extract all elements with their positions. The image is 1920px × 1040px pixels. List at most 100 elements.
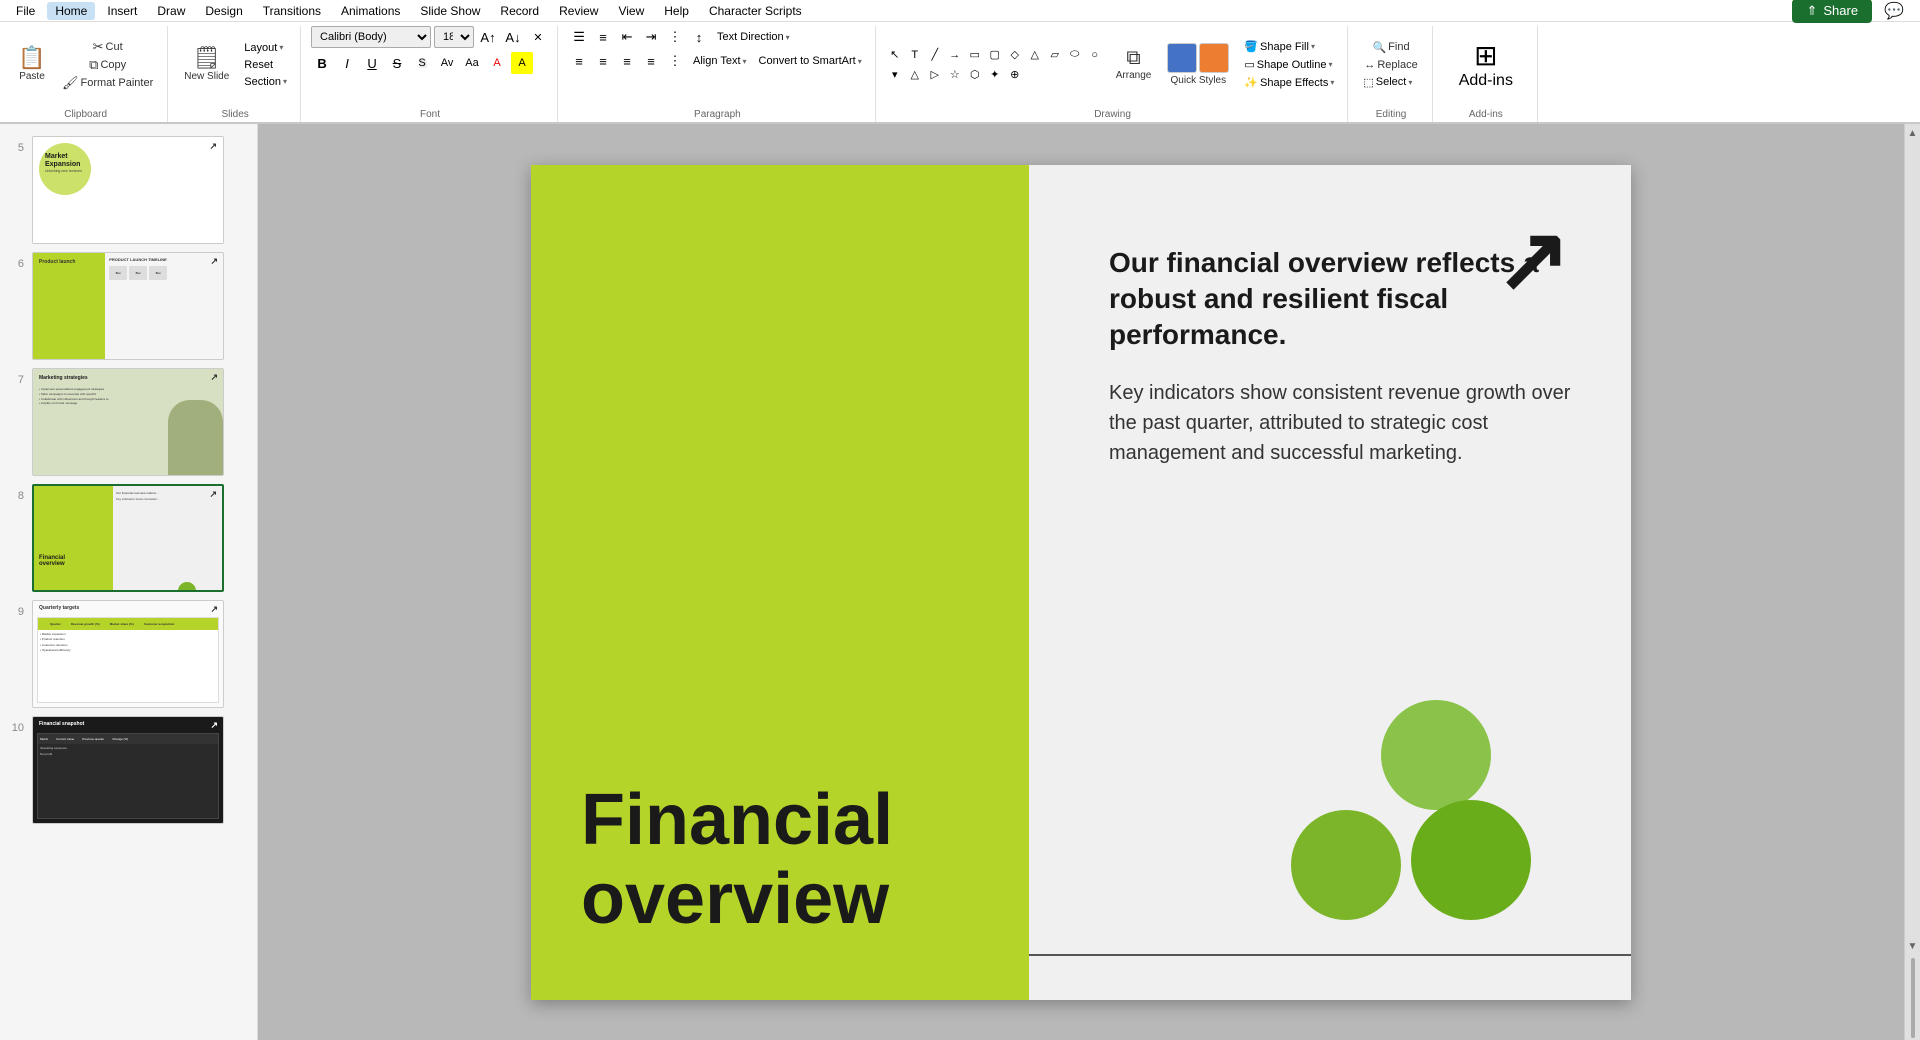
slide-item-9[interactable]: 9 Quarterly targets ↗ QuarterRevenue gro… (0, 596, 257, 712)
slide-item-10[interactable]: 10 Financial snapshot ↗ MetricCurrent va… (0, 712, 257, 828)
slide-thumb-9[interactable]: Quarterly targets ↗ QuarterRevenue growt… (32, 600, 224, 708)
menu-character-scripts[interactable]: Character Scripts (701, 2, 810, 20)
format-painter-button[interactable]: 🖌 Format Painter (56, 74, 159, 91)
shape-triangle[interactable]: △ (1026, 46, 1044, 64)
arrange-button[interactable]: ⧉ Arrange (1110, 35, 1158, 95)
menu-home[interactable]: Home (47, 2, 95, 20)
menu-help[interactable]: Help (656, 2, 697, 20)
shape-round-rect[interactable]: ▢ (986, 46, 1004, 64)
indent-decrease-button[interactable]: ⇤ (616, 26, 638, 48)
underline-button[interactable]: U (361, 52, 383, 74)
convert-smartart-button[interactable]: Convert to SmartArt ▾ (754, 53, 867, 69)
menu-review[interactable]: Review (551, 2, 606, 20)
menu-view[interactable]: View (610, 2, 652, 20)
shape-arrow[interactable]: → (946, 46, 964, 64)
shape-s2[interactable]: ▷ (926, 66, 944, 84)
copy-button[interactable]: ⧉ Copy (56, 56, 159, 73)
bold-button[interactable]: B (311, 52, 333, 74)
numbering-button[interactable]: ≡ (592, 26, 614, 48)
shape-line[interactable]: ╱ (926, 46, 944, 64)
layout-button[interactable]: Layout ▾ (239, 40, 292, 56)
strikethrough-button[interactable]: S (386, 52, 408, 74)
clear-format-button[interactable]: ✕ (527, 26, 549, 48)
menu-record[interactable]: Record (492, 2, 547, 20)
shape-cursor[interactable]: ↖ (886, 46, 904, 64)
paste-button[interactable]: 📋 Paste (12, 35, 52, 95)
decrease-font-button[interactable]: A↓ (502, 26, 524, 48)
cut-button[interactable]: ✂ Cut (56, 38, 159, 55)
shape-s3[interactable]: ☆ (946, 66, 964, 84)
slide-thumb-10[interactable]: Financial snapshot ↗ MetricCurrent value… (32, 716, 224, 824)
shape-fill-button[interactable]: 🪣 Shape Fill ▾ (1239, 38, 1339, 55)
menu-draw[interactable]: Draw (149, 2, 193, 20)
share-button[interactable]: ⇑ Share (1792, 0, 1872, 23)
slide-item-8[interactable]: 8 Financialoverview Our financial overvi… (0, 480, 257, 596)
shape-s5[interactable]: ✦ (986, 66, 1004, 84)
increase-font-button[interactable]: A↑ (477, 26, 499, 48)
slide-item-7[interactable]: 7 Marketing strategies • Implement perso… (0, 364, 257, 480)
circle-top (1381, 700, 1491, 810)
slide-item-6[interactable]: 6 Product launch PRODUCT LAUNCH TIMELINE… (0, 248, 257, 364)
italic-button[interactable]: I (336, 52, 358, 74)
bullets-button[interactable]: ☰ (568, 26, 590, 48)
columns-button[interactable]: ⋮ (664, 26, 686, 48)
scrollbar-thumb[interactable] (1911, 958, 1915, 1038)
quick-styles-button[interactable]: Quick Styles (1161, 35, 1235, 95)
shape-cylinder[interactable]: ⬭ (1066, 46, 1084, 64)
align-right-button[interactable]: ≡ (616, 50, 638, 72)
shape-s6[interactable]: ⊕ (1006, 66, 1024, 84)
menu-insert[interactable]: Insert (99, 2, 145, 20)
menu-file[interactable]: File (8, 2, 43, 20)
find-button[interactable]: 🔍 Find (1358, 39, 1423, 56)
section-button[interactable]: Section ▾ (239, 74, 292, 90)
char-spacing-button[interactable]: Av (436, 52, 458, 74)
select-button[interactable]: ⬚ Select ▾ (1358, 74, 1423, 91)
line-spacing-button[interactable]: ↕ (688, 26, 710, 48)
slide-body-text[interactable]: Key indicators show consistent revenue g… (1109, 378, 1571, 468)
circle-bottom-right (1411, 800, 1531, 920)
text-direction-button[interactable]: Text Direction ▾ (712, 29, 795, 45)
highlight-button[interactable]: A (511, 52, 533, 74)
slide-item-5[interactable]: 5 MarketExpansion Unlocking new horizons… (0, 132, 257, 248)
slide-title[interactable]: Financial overview (581, 781, 979, 939)
font-color-button[interactable]: A (486, 52, 508, 74)
align-options-button[interactable]: ⋮ (664, 50, 686, 72)
shape-text[interactable]: T (906, 46, 924, 64)
shape-outline-button[interactable]: ▭ Shape Outline ▾ (1239, 56, 1339, 73)
slide-thumb-6[interactable]: Product launch PRODUCT LAUNCH TIMELINE B… (32, 252, 224, 360)
menu-animations[interactable]: Animations (333, 2, 408, 20)
shape-s4[interactable]: ⬡ (966, 66, 984, 84)
menu-slideshow[interactable]: Slide Show (412, 2, 488, 20)
font-family-select[interactable]: Calibri (Body) (311, 26, 431, 48)
addins-button[interactable]: ⊞ Add-ins (1443, 35, 1529, 94)
reset-button[interactable]: Reset (239, 57, 292, 73)
align-center-button[interactable]: ≡ (592, 50, 614, 72)
shape-effects-button[interactable]: ✨ Shape Effects ▾ (1239, 74, 1339, 91)
change-case-button[interactable]: Aa (461, 52, 483, 74)
shape-s1[interactable]: △ (906, 66, 924, 84)
menu-transitions[interactable]: Transitions (255, 2, 329, 20)
slide-thumb-8[interactable]: Financialoverview Our financial overview… (32, 484, 224, 592)
new-slide-button[interactable]: 🗒 New Slide (178, 35, 235, 95)
justify-button[interactable]: ≡ (640, 50, 662, 72)
shape-diamond[interactable]: ◇ (1006, 46, 1024, 64)
qs-orange[interactable] (1199, 43, 1229, 73)
replace-button[interactable]: ↔ Replace (1358, 57, 1423, 73)
align-left-button[interactable]: ≡ (568, 50, 590, 72)
scrollbar-down[interactable]: ▼ (1904, 937, 1920, 956)
shadow-button[interactable]: S (411, 52, 433, 74)
scrollbar-up[interactable]: ▲ (1904, 124, 1920, 143)
menu-design[interactable]: Design (197, 2, 250, 20)
shape-parallelogram[interactable]: ▱ (1046, 46, 1064, 64)
shape-rect[interactable]: ▭ (966, 46, 984, 64)
slide-thumb-7[interactable]: Marketing strategies • Implement persona… (32, 368, 224, 476)
indent-increase-button[interactable]: ⇥ (640, 26, 662, 48)
qs-blue[interactable] (1167, 43, 1197, 73)
shape-more[interactable]: ▾ (886, 66, 904, 84)
align-text-button[interactable]: Align Text ▾ (688, 53, 752, 69)
shape-oval[interactable]: ○ (1086, 46, 1104, 64)
font-label: Font (311, 107, 549, 122)
comments-button[interactable]: 💬 (1876, 1, 1912, 21)
slide-thumb-5[interactable]: MarketExpansion Unlocking new horizons ↗ (32, 136, 224, 244)
font-size-select[interactable]: 18 (434, 26, 474, 48)
